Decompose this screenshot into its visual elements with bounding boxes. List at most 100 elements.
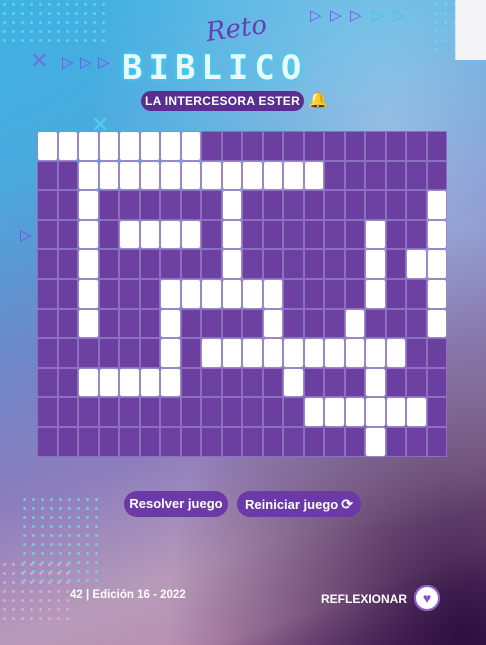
- crossword-cell[interactable]: [139, 367, 160, 398]
- crossword-cell[interactable]: [139, 160, 160, 191]
- crossword-cell[interactable]: [37, 131, 58, 161]
- crossword-cell[interactable]: [262, 278, 283, 309]
- crossword-cell[interactable]: [262, 338, 283, 368]
- crossword-cell[interactable]: [365, 397, 386, 427]
- crossword-cell[interactable]: [426, 278, 447, 309]
- crossword-cell[interactable]: [365, 249, 386, 279]
- crossword-block: [37, 367, 58, 398]
- crossword-cell[interactable]: [119, 219, 140, 250]
- triangle-decoration-icon: ▷: [62, 54, 74, 71]
- crossword-block: [160, 397, 181, 427]
- crossword-cell[interactable]: [221, 160, 242, 191]
- solve-button[interactable]: Resolver juego: [124, 491, 228, 517]
- crossword-cell[interactable]: [201, 278, 222, 309]
- crossword-cell[interactable]: [365, 338, 386, 368]
- crossword-cell[interactable]: [180, 278, 201, 309]
- reflect-label: REFLEXIONAR: [321, 592, 408, 606]
- crossword-cell[interactable]: [160, 219, 181, 250]
- crossword-cell[interactable]: [221, 249, 242, 279]
- crossword-cell[interactable]: [98, 131, 119, 161]
- crossword-cell[interactable]: [426, 190, 447, 220]
- crossword-cell[interactable]: [385, 338, 406, 368]
- crossword-cell[interactable]: [303, 160, 324, 191]
- crossword-cell[interactable]: [119, 160, 140, 191]
- crossword-cell[interactable]: [98, 160, 119, 191]
- heart-icon[interactable]: ♥: [414, 585, 440, 611]
- crossword-cell[interactable]: [221, 338, 242, 368]
- crossword-cell[interactable]: [365, 219, 386, 250]
- crossword-cell[interactable]: [406, 397, 427, 427]
- crossword-cell[interactable]: [426, 308, 447, 339]
- crossword-cell[interactable]: [221, 219, 242, 250]
- crossword-cell[interactable]: [344, 308, 365, 339]
- crossword-cell[interactable]: [160, 278, 181, 309]
- crossword-block: [201, 426, 222, 457]
- crossword-cell[interactable]: [344, 338, 365, 368]
- crossword-cell[interactable]: [365, 278, 386, 309]
- crossword-cell[interactable]: [98, 367, 119, 398]
- crossword-cell[interactable]: [365, 367, 386, 398]
- crossword-cell[interactable]: [139, 131, 160, 161]
- crossword-cell[interactable]: [160, 308, 181, 339]
- crossword-cell[interactable]: [283, 160, 304, 191]
- crossword-block: [180, 190, 201, 220]
- crossword-cell[interactable]: [303, 338, 324, 368]
- crossword-cell[interactable]: [180, 219, 201, 250]
- crossword-block: [365, 308, 386, 339]
- crossword-cell[interactable]: [119, 367, 140, 398]
- crossword-block: [242, 308, 263, 339]
- crossword-cell[interactable]: [344, 397, 365, 427]
- crossword-cell[interactable]: [78, 219, 99, 250]
- crossword-cell[interactable]: [262, 308, 283, 339]
- crossword-cell[interactable]: [283, 338, 304, 368]
- crossword-block: [385, 308, 406, 339]
- crossword-cell[interactable]: [221, 278, 242, 309]
- crossword-cell[interactable]: [160, 160, 181, 191]
- crossword-cell[interactable]: [324, 397, 345, 427]
- crossword-cell[interactable]: [180, 131, 201, 161]
- crossword-block: [119, 397, 140, 427]
- crossword-cell[interactable]: [201, 338, 222, 368]
- crossword-cell[interactable]: [426, 249, 447, 279]
- crossword-cell[interactable]: [78, 131, 99, 161]
- crossword-block: [180, 426, 201, 457]
- crossword-cell[interactable]: [242, 278, 263, 309]
- crossword-cell[interactable]: [78, 160, 99, 191]
- crossword-cell[interactable]: [406, 249, 427, 279]
- crossword-cell[interactable]: [78, 278, 99, 309]
- crossword-block: [406, 219, 427, 250]
- crossword-cell[interactable]: [57, 131, 78, 161]
- crossword-cell[interactable]: [119, 131, 140, 161]
- crossword-cell[interactable]: [365, 426, 386, 457]
- crossword-cell[interactable]: [180, 160, 201, 191]
- crossword-block: [283, 397, 304, 427]
- crossword-cell[interactable]: [78, 367, 99, 398]
- crossword-block: [242, 190, 263, 220]
- crossword-cell[interactable]: [160, 367, 181, 398]
- crossword-cell[interactable]: [201, 160, 222, 191]
- crossword-block: [406, 367, 427, 398]
- crossword-cell[interactable]: [78, 249, 99, 279]
- crossword-cell[interactable]: [242, 160, 263, 191]
- crossword-cell[interactable]: [303, 397, 324, 427]
- crossword-cell[interactable]: [385, 397, 406, 427]
- crossword-cell[interactable]: [324, 338, 345, 368]
- crossword-block: [139, 397, 160, 427]
- crossword-block: [262, 131, 283, 161]
- reset-button[interactable]: Reiniciar juego ⟳: [237, 491, 361, 517]
- crossword-block: [303, 278, 324, 309]
- crossword-block: [180, 338, 201, 368]
- crossword-cell[interactable]: [283, 367, 304, 398]
- crossword-cell[interactable]: [426, 219, 447, 250]
- crossword-cell[interactable]: [139, 219, 160, 250]
- crossword-cell[interactable]: [262, 160, 283, 191]
- triangle-decoration-icon: ▷: [310, 7, 322, 24]
- crossword-cell[interactable]: [160, 131, 181, 161]
- crossword-block: [385, 278, 406, 309]
- crossword-block: [262, 426, 283, 457]
- crossword-cell[interactable]: [242, 338, 263, 368]
- crossword-cell[interactable]: [221, 190, 242, 220]
- crossword-cell[interactable]: [78, 308, 99, 339]
- crossword-cell[interactable]: [78, 190, 99, 220]
- crossword-cell[interactable]: [160, 338, 181, 368]
